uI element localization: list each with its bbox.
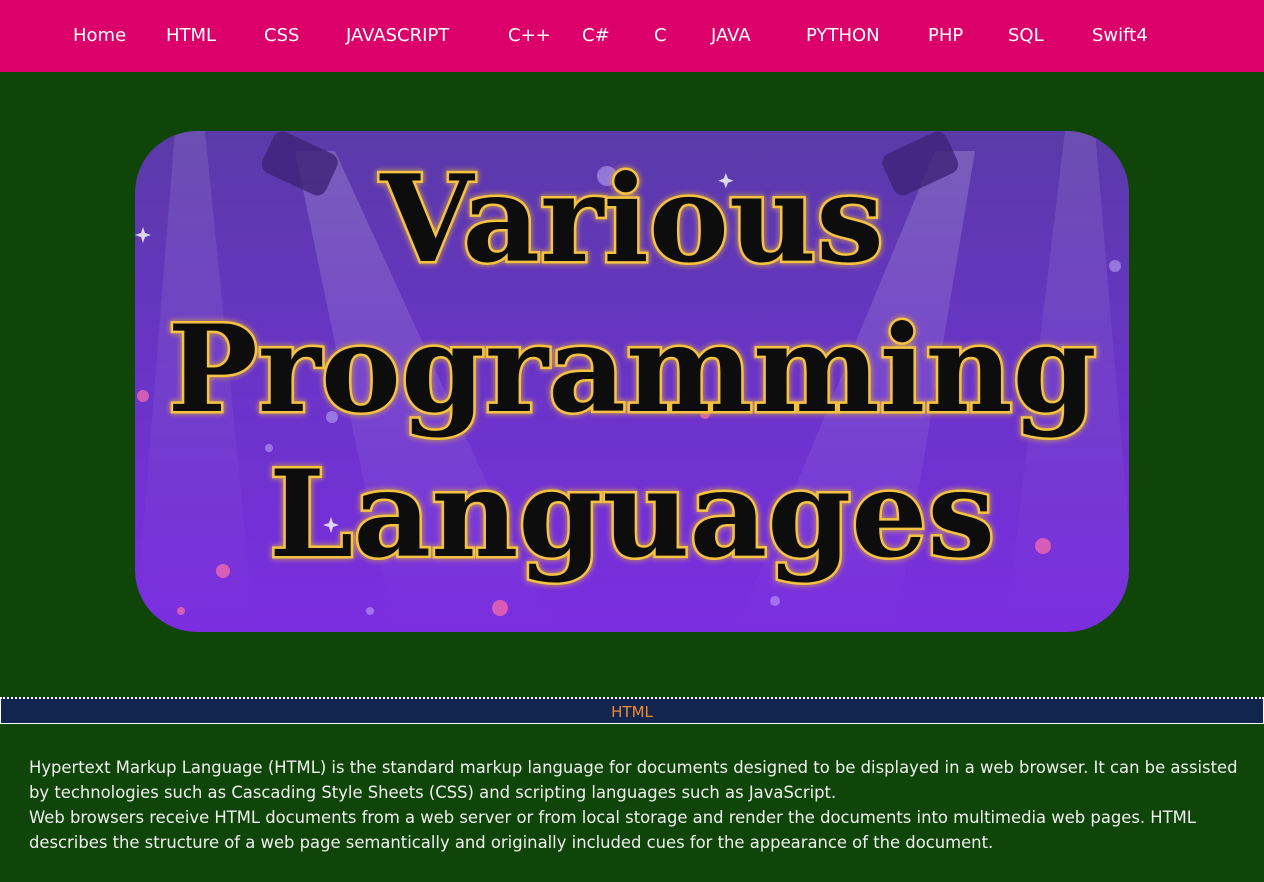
nav-cpp[interactable]: C++ bbox=[508, 23, 551, 49]
nav-swift4[interactable]: Swift4 bbox=[1092, 23, 1148, 49]
hero-title-line-3: Languages bbox=[269, 444, 995, 585]
nav-csharp[interactable]: C# bbox=[582, 23, 610, 49]
section-header-bar: HTML bbox=[0, 697, 1264, 724]
paragraph: Web browsers receive HTML documents from… bbox=[29, 808, 1196, 852]
paragraph: Hypertext Markup Language (HTML) is the … bbox=[29, 758, 1238, 802]
top-navbar: Home HTML CSS JAVASCRIPT C++ C# C JAVA P… bbox=[0, 0, 1264, 72]
nav-c[interactable]: C bbox=[654, 23, 667, 49]
nav-java[interactable]: JAVA bbox=[711, 23, 751, 49]
nav-javascript[interactable]: JAVASCRIPT bbox=[346, 23, 449, 49]
nav-css[interactable]: CSS bbox=[264, 23, 299, 49]
nav-home[interactable]: Home bbox=[73, 23, 126, 49]
hero-title-line-1: Various bbox=[379, 149, 884, 290]
section-content: Hypertext Markup Language (HTML) is the … bbox=[29, 755, 1239, 855]
nav-sql[interactable]: SQL bbox=[1008, 23, 1044, 49]
hero-banner-image: Various Programming Languages bbox=[135, 131, 1129, 632]
nav-html[interactable]: HTML bbox=[166, 23, 216, 49]
nav-php[interactable]: PHP bbox=[928, 23, 963, 49]
hero-title-line-2: Programming bbox=[167, 299, 1096, 440]
nav-python[interactable]: PYTHON bbox=[806, 23, 880, 49]
section-title: HTML bbox=[611, 703, 653, 721]
